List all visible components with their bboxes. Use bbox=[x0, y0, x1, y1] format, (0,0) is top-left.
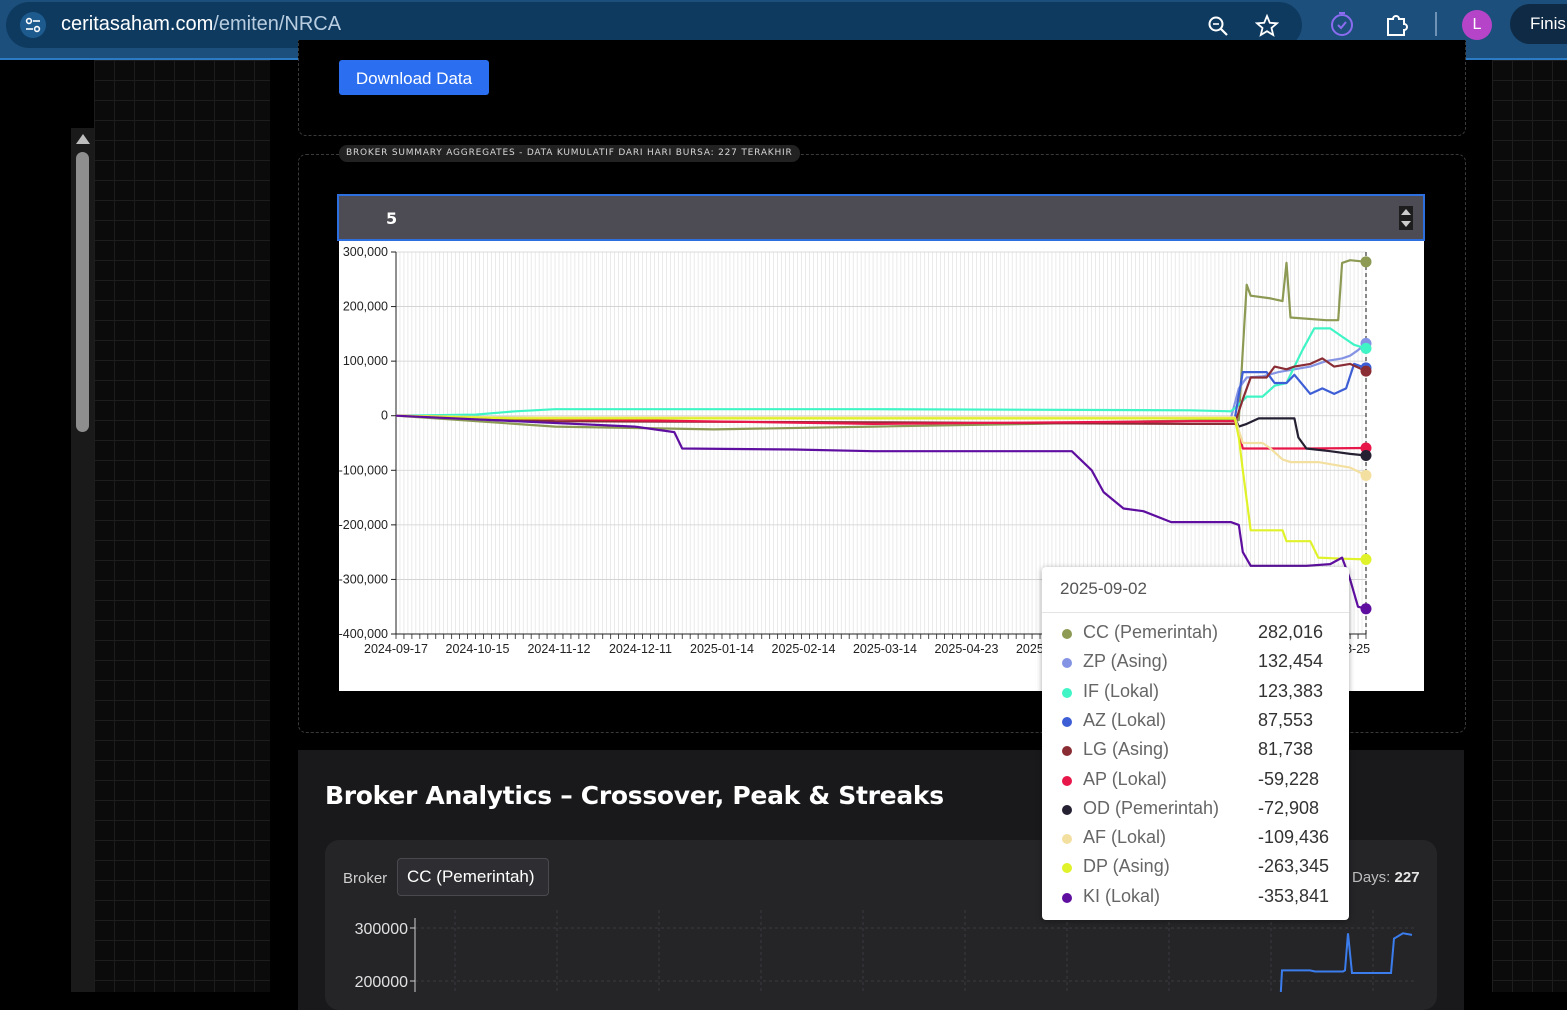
tooltip-broker-value: -263,345 bbox=[1258, 856, 1330, 877]
tooltip-header: 2025-09-02 bbox=[1042, 567, 1349, 613]
x-tick-label: 2024-11-12 bbox=[527, 642, 590, 656]
broker-count-value: 5 bbox=[386, 209, 398, 228]
x-tick-label: 2024-10-15 bbox=[446, 642, 510, 656]
days-value: 227 bbox=[1394, 869, 1420, 886]
x-tick-label: 2024-12-11 bbox=[609, 642, 672, 656]
series-marker-if[interactable] bbox=[1360, 342, 1372, 354]
days-count: Days: 227 bbox=[1352, 869, 1420, 886]
y-tick-label: -100,000 bbox=[339, 463, 388, 477]
y-tick-label: 0 bbox=[381, 409, 388, 423]
legend-dot-icon bbox=[1062, 746, 1072, 757]
broker-analytics-title: Broker Analytics – Crossover, Peak & Str… bbox=[325, 781, 944, 810]
broker-select[interactable]: CC (Pemerintah) bbox=[397, 858, 549, 896]
y-tick-label: -400,000 bbox=[339, 627, 388, 641]
legend-dot-icon bbox=[1062, 775, 1072, 786]
legend-dot-icon bbox=[1062, 863, 1072, 874]
extension-timer-icon[interactable] bbox=[1329, 11, 1355, 37]
tooltip-row: OD (Pemerintah) -72,908 bbox=[1042, 796, 1349, 825]
series-marker-od[interactable] bbox=[1360, 450, 1372, 462]
x-tick-label: 2025-04-23 bbox=[934, 642, 998, 656]
tooltip-broker-value: 132,454 bbox=[1258, 651, 1324, 672]
tooltip-broker-name: AP (Lokal) bbox=[1083, 768, 1167, 789]
number-spinner-icon[interactable] bbox=[1399, 206, 1413, 230]
download-data-button[interactable]: Download Data bbox=[339, 60, 489, 95]
x-tick-label: 2025-02-14 bbox=[772, 642, 836, 656]
tooltip-broker-value: 123,383 bbox=[1258, 680, 1324, 701]
toolbar-separator bbox=[1435, 12, 1437, 36]
series-marker-cc[interactable] bbox=[1360, 256, 1372, 268]
y-tick-label: 200,000 bbox=[343, 300, 388, 314]
tooltip-broker-name: AF (Lokal) bbox=[1083, 827, 1167, 848]
url-path: /emiten/NRCA bbox=[213, 13, 342, 35]
x-tick-label: 2025-01-14 bbox=[690, 642, 754, 656]
tooltip-broker-value: 87,553 bbox=[1258, 709, 1314, 730]
tooltip-row: LG (Asing) 81,738 bbox=[1042, 737, 1349, 766]
right-grid-background bbox=[1492, 60, 1567, 992]
analytics-chart-svg: 300000 200000 bbox=[355, 910, 1415, 992]
y-tick-label: 100,000 bbox=[343, 354, 388, 368]
tooltip-row: AP (Lokal) -59,228 bbox=[1042, 767, 1349, 796]
chart-tooltip: 2025-09-02 CC (Pemerintah) 282,016 ZP (Asi… bbox=[1042, 567, 1349, 920]
zoom-icon[interactable] bbox=[1206, 14, 1230, 38]
mini-chart-grid bbox=[415, 910, 1415, 992]
mini-y-tick-label: 300000 bbox=[355, 921, 408, 938]
days-label-text: Days: bbox=[1352, 869, 1391, 886]
tooltip-row: IF (Lokal) 123,383 bbox=[1042, 679, 1349, 708]
legend-dot-icon bbox=[1062, 892, 1072, 903]
tooltip-date: 2025-09-02 bbox=[1060, 579, 1147, 598]
mini-y-tick-label: 200000 bbox=[355, 974, 408, 991]
legend-dot-icon bbox=[1062, 658, 1072, 669]
series-marker-lg[interactable] bbox=[1360, 365, 1372, 377]
tooltip-broker-name: CC (Pemerintah) bbox=[1083, 622, 1219, 642]
tooltip-broker-name: IF (Lokal) bbox=[1083, 680, 1160, 701]
left-grid-background bbox=[94, 60, 270, 992]
site-settings-icon[interactable] bbox=[20, 12, 46, 38]
finish-setup-button[interactable]: Finis bbox=[1510, 4, 1567, 44]
broker-select-label: Broker bbox=[343, 870, 388, 887]
tooltip-broker-value: -72,908 bbox=[1258, 797, 1320, 818]
broker-analytics-chart[interactable]: 300000 200000 bbox=[325, 910, 1437, 992]
url-domain: ceritasaham.com bbox=[61, 13, 214, 35]
tooltip-broker-name: DP (Asing) bbox=[1083, 856, 1170, 877]
tooltip-row: CC (Pemerintah) 282,016 bbox=[1042, 620, 1349, 649]
url-text[interactable]: ceritasaham.com/emiten/NRCA bbox=[61, 13, 341, 36]
legend-dot-icon bbox=[1062, 716, 1072, 727]
legend-dot-icon bbox=[1062, 834, 1072, 845]
x-tick-label: 2025-03-14 bbox=[853, 642, 917, 656]
tooltip-broker-name: ZP (Asing) bbox=[1083, 651, 1168, 672]
scrollbar-thumb[interactable] bbox=[76, 152, 89, 432]
series-marker-ki[interactable] bbox=[1360, 603, 1372, 615]
tooltip-broker-name: OD (Pemerintah) bbox=[1083, 797, 1220, 818]
series-marker-af[interactable] bbox=[1360, 469, 1372, 481]
tooltip-row: AZ (Lokal) 87,553 bbox=[1042, 708, 1349, 737]
tooltip-row: DP (Asing) -263,345 bbox=[1042, 854, 1349, 883]
extensions-puzzle-icon[interactable] bbox=[1384, 11, 1410, 37]
bookmark-star-icon[interactable] bbox=[1254, 13, 1280, 38]
legend-dot-icon bbox=[1062, 804, 1072, 815]
broker-count-input[interactable]: 5 bbox=[337, 194, 1425, 241]
tooltip-broker-value: 81,738 bbox=[1258, 739, 1314, 760]
legend-dot-icon bbox=[1062, 629, 1072, 639]
tooltip-broker-value: -109,436 bbox=[1258, 827, 1330, 848]
tooltip-broker-value: 282,016 bbox=[1258, 622, 1324, 642]
tooltip-row: ZP (Asing) 132,454 bbox=[1042, 649, 1349, 678]
tooltip-row: KI (Lokal) -353,841 bbox=[1042, 884, 1349, 913]
scroll-up-arrow-icon[interactable] bbox=[76, 134, 90, 144]
broker-summary-legend: BROKER SUMMARY AGGREGATES - DATA KUMULAT… bbox=[339, 145, 800, 162]
y-tick-label: -200,000 bbox=[339, 518, 388, 532]
mini-series-line[interactable] bbox=[1279, 932, 1413, 992]
tooltip-broker-name: KI (Lokal) bbox=[1083, 885, 1161, 906]
tooltip-broker-name: AZ (Lokal) bbox=[1083, 709, 1167, 730]
y-tick-label: 300,000 bbox=[343, 245, 388, 259]
tooltip-broker-name: LG (Asing) bbox=[1083, 739, 1170, 760]
tooltip-broker-value: -353,841 bbox=[1258, 885, 1330, 906]
series-marker-dp[interactable] bbox=[1360, 553, 1372, 565]
profile-avatar[interactable]: L bbox=[1462, 10, 1492, 40]
tooltip-broker-value: -59,228 bbox=[1258, 768, 1320, 789]
y-tick-label: -300,000 bbox=[339, 572, 388, 586]
legend-dot-icon bbox=[1062, 687, 1072, 698]
x-tick-label: 2024-09-17 bbox=[364, 642, 428, 656]
tooltip-row: AF (Lokal) -109,436 bbox=[1042, 825, 1349, 854]
